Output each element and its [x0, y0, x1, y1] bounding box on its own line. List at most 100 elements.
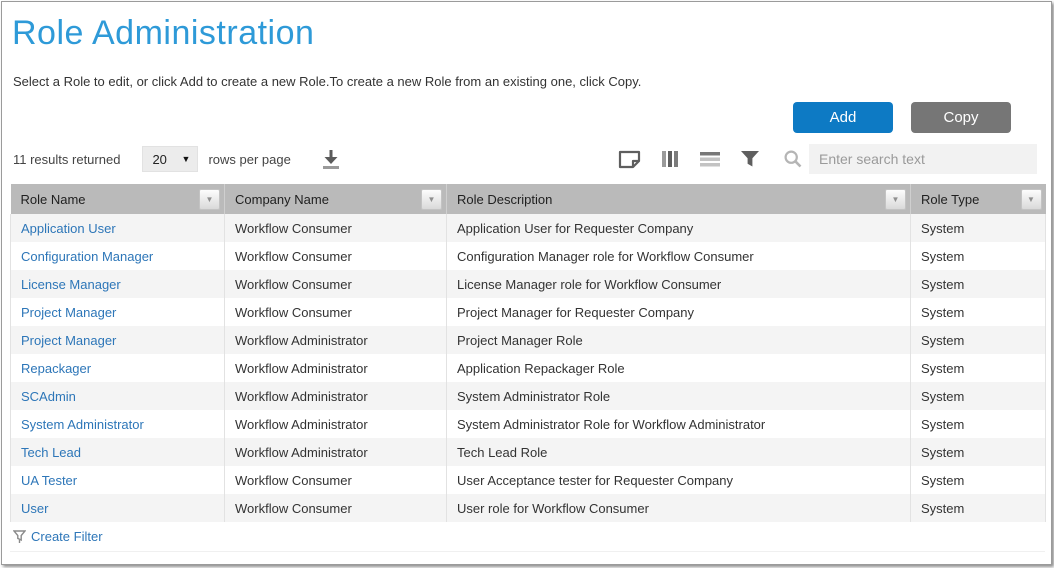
column-filter-button[interactable]: ▼ — [885, 189, 906, 210]
column-label: Role Name — [21, 192, 86, 207]
company-name-cell: Workflow Consumer — [225, 494, 447, 522]
create-filter-icon — [13, 530, 26, 544]
column-header-company-name[interactable]: Company Name ▼ — [225, 184, 447, 214]
chevron-down-icon: ▼ — [206, 195, 214, 204]
role-description-cell: License Manager role for Workflow Consum… — [447, 270, 911, 298]
role-description-cell: System Administrator Role — [447, 382, 911, 410]
new-view-button[interactable] — [616, 148, 643, 171]
column-filter-button[interactable]: ▼ — [199, 189, 220, 210]
role-name-cell: Project Manager — [11, 298, 225, 326]
add-button[interactable]: Add — [793, 102, 893, 133]
filter-row-button[interactable] — [738, 148, 762, 170]
search-input[interactable] — [809, 144, 1037, 174]
table-row[interactable]: SCAdmin Workflow Administrator System Ad… — [11, 382, 1046, 410]
role-type-cell: System — [911, 466, 1046, 494]
role-type-cell: System — [911, 354, 1046, 382]
role-name-link[interactable]: User — [21, 501, 48, 516]
company-name-cell: Workflow Administrator — [225, 410, 447, 438]
table-row[interactable]: Tech Lead Workflow Administrator Tech Le… — [11, 438, 1046, 466]
company-name-cell: Workflow Administrator — [225, 382, 447, 410]
table-row[interactable]: Configuration Manager Workflow Consumer … — [11, 242, 1046, 270]
role-name-link[interactable]: Repackager — [21, 361, 91, 376]
page-title: Role Administration — [12, 14, 1043, 53]
role-name-link[interactable]: Configuration Manager — [21, 249, 153, 264]
role-type-cell: System — [911, 438, 1046, 466]
rows-icon — [699, 150, 721, 168]
role-description-cell: Application Repackager Role — [447, 354, 911, 382]
role-name-cell: System Administrator — [11, 410, 225, 438]
rows-per-page-value: 20 — [152, 152, 166, 167]
grid-footer: Create Filter — [10, 522, 1045, 552]
export-icon — [319, 147, 343, 171]
role-description-cell: User Acceptance tester for Requester Com… — [447, 466, 911, 494]
columns-icon — [660, 149, 680, 169]
role-name-cell: Configuration Manager — [11, 242, 225, 270]
role-type-cell: System — [911, 326, 1046, 354]
role-type-cell: System — [911, 494, 1046, 522]
table-row[interactable]: License Manager Workflow Consumer Licens… — [11, 270, 1046, 298]
toolbar-right — [616, 144, 1037, 174]
table-row[interactable]: Repackager Workflow Administrator Applic… — [11, 354, 1046, 382]
export-button[interactable] — [317, 145, 345, 173]
role-type-cell: System — [911, 410, 1046, 438]
rows-per-page-select[interactable]: 20 ▼ — [142, 146, 198, 172]
column-filter-button[interactable]: ▼ — [1021, 189, 1042, 210]
company-name-cell: Workflow Consumer — [225, 270, 447, 298]
role-type-cell: System — [911, 298, 1046, 326]
role-name-link[interactable]: Project Manager — [21, 305, 116, 320]
role-name-cell: User — [11, 494, 225, 522]
company-name-cell: Workflow Consumer — [225, 466, 447, 494]
column-header-role-name[interactable]: Role Name ▼ — [11, 184, 225, 214]
grid-toolbar: 11 results returned 20 ▼ rows per page — [13, 143, 1043, 175]
chevron-down-icon: ▼ — [182, 154, 191, 164]
company-name-cell: Workflow Consumer — [225, 214, 447, 242]
role-name-link[interactable]: SCAdmin — [21, 389, 76, 404]
role-description-cell: Tech Lead Role — [447, 438, 911, 466]
column-label: Role Description — [457, 192, 552, 207]
roles-table: Role Name ▼ Company Name ▼ Role Descript… — [10, 184, 1046, 522]
column-chooser-button[interactable] — [658, 147, 682, 171]
role-type-cell: System — [911, 382, 1046, 410]
table-row[interactable]: Project Manager Workflow Administrator P… — [11, 326, 1046, 354]
role-type-cell: System — [911, 242, 1046, 270]
role-name-link[interactable]: Tech Lead — [21, 445, 81, 460]
copy-button[interactable]: Copy — [911, 102, 1011, 133]
table-row[interactable]: User Workflow Consumer User role for Wor… — [11, 494, 1046, 522]
role-description-cell: User role for Workflow Consumer — [447, 494, 911, 522]
column-label: Company Name — [235, 192, 329, 207]
chevron-down-icon: ▼ — [1027, 195, 1035, 204]
role-name-cell: SCAdmin — [11, 382, 225, 410]
table-header: Role Name ▼ Company Name ▼ Role Descript… — [11, 184, 1046, 214]
role-name-link[interactable]: System Administrator — [21, 417, 144, 432]
role-type-cell: System — [911, 214, 1046, 242]
role-description-cell: Project Manager Role — [447, 326, 911, 354]
role-name-cell: Project Manager — [11, 326, 225, 354]
table-row[interactable]: UA Tester Workflow Consumer User Accepta… — [11, 466, 1046, 494]
column-header-role-description[interactable]: Role Description ▼ — [447, 184, 911, 214]
role-name-cell: UA Tester — [11, 466, 225, 494]
company-name-cell: Workflow Administrator — [225, 326, 447, 354]
company-name-cell: Workflow Administrator — [225, 354, 447, 382]
column-filter-button[interactable]: ▼ — [421, 189, 442, 210]
page-subtitle: Select a Role to edit, or click Add to c… — [13, 74, 1043, 89]
role-name-link[interactable]: Project Manager — [21, 333, 116, 348]
company-name-cell: Workflow Consumer — [225, 298, 447, 326]
table-body: Application User Workflow Consumer Appli… — [11, 214, 1046, 522]
role-name-link[interactable]: Application User — [21, 221, 116, 236]
column-label: Role Type — [921, 192, 979, 207]
chevron-down-icon: ▼ — [892, 195, 900, 204]
role-administration-page: Role Administration Select a Role to edi… — [1, 1, 1052, 565]
role-name-link[interactable]: License Manager — [21, 277, 121, 292]
table-row[interactable]: System Administrator Workflow Administra… — [11, 410, 1046, 438]
row-density-button[interactable] — [697, 148, 723, 170]
column-header-role-type[interactable]: Role Type ▼ — [911, 184, 1046, 214]
role-name-cell: License Manager — [11, 270, 225, 298]
role-description-cell: Application User for Requester Company — [447, 214, 911, 242]
role-name-link[interactable]: UA Tester — [21, 473, 77, 488]
table-row[interactable]: Application User Workflow Consumer Appli… — [11, 214, 1046, 242]
table-row[interactable]: Project Manager Workflow Consumer Projec… — [11, 298, 1046, 326]
company-name-cell: Workflow Administrator — [225, 438, 447, 466]
create-filter-link[interactable]: Create Filter — [31, 529, 103, 544]
role-description-cell: System Administrator Role for Workflow A… — [447, 410, 911, 438]
role-name-cell: Repackager — [11, 354, 225, 382]
